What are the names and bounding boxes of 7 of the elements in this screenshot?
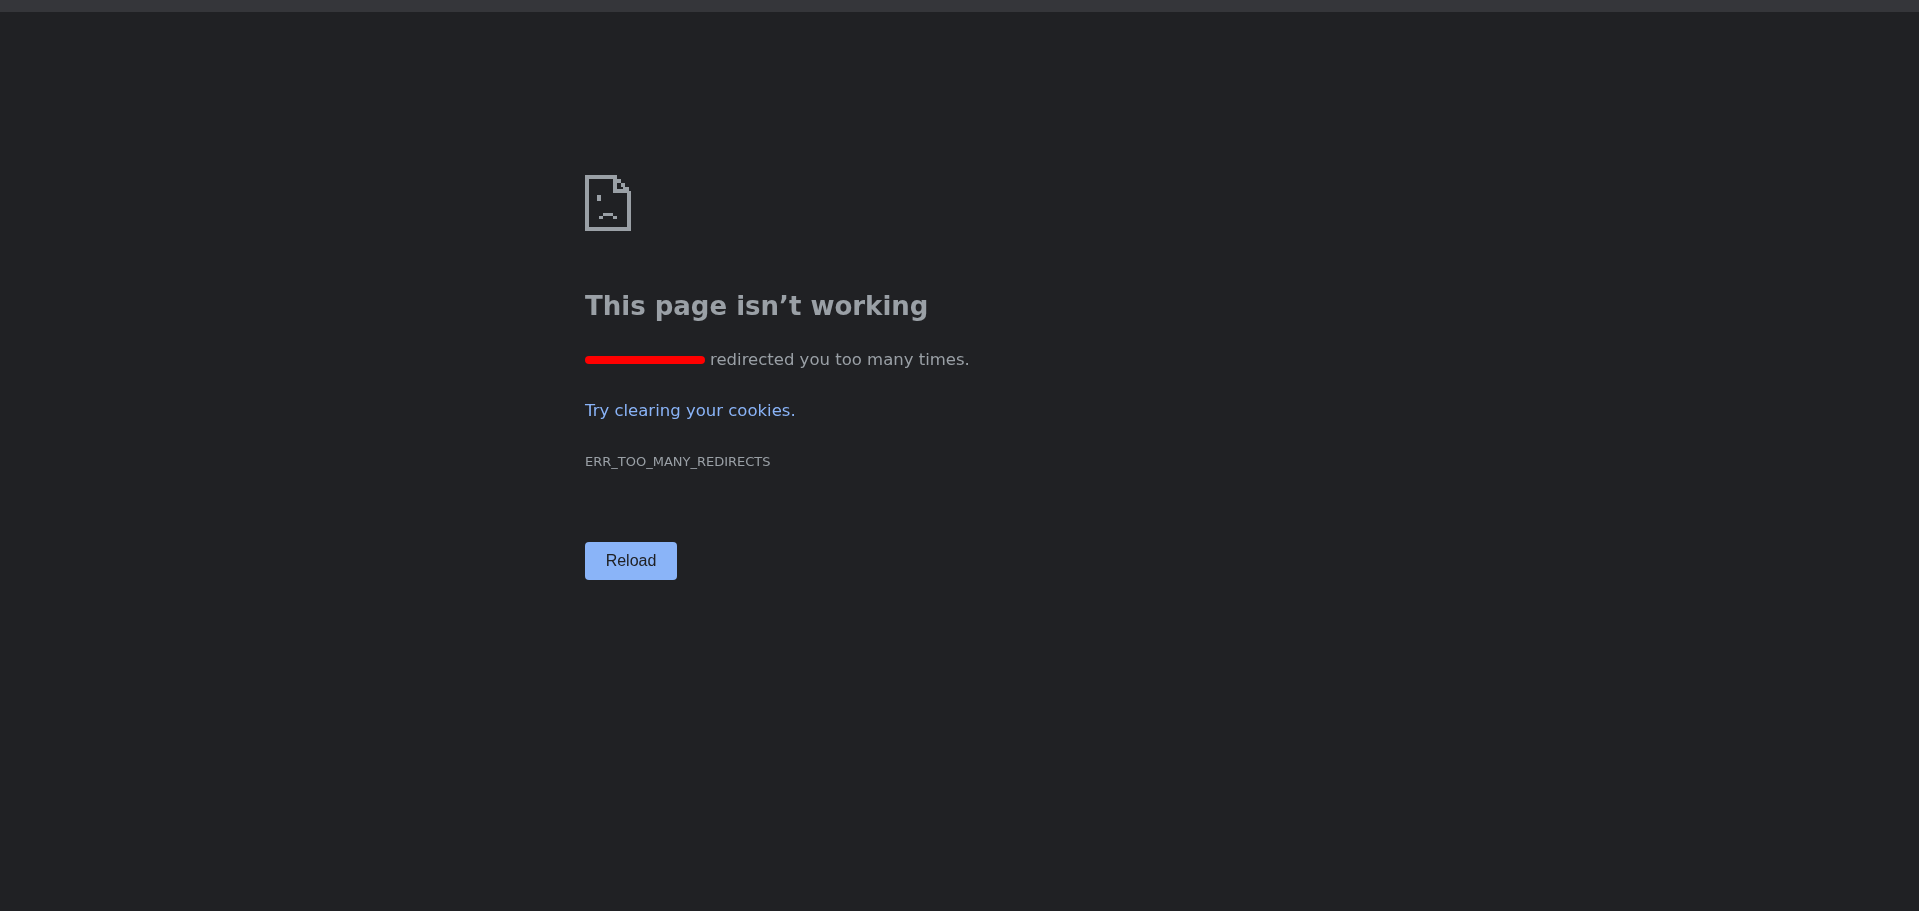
period-text: . [790,400,796,422]
clear-cookies-link[interactable]: Try clearing your cookies [585,399,791,423]
error-code: ERR_TOO_MANY_REDIRECTS [585,453,771,471]
error-message: redirected you too many times. [710,349,970,371]
reload-button[interactable]: Reload [585,542,677,580]
error-heading: This page isn’t working [585,290,929,323]
sad-page-icon [585,175,631,231]
